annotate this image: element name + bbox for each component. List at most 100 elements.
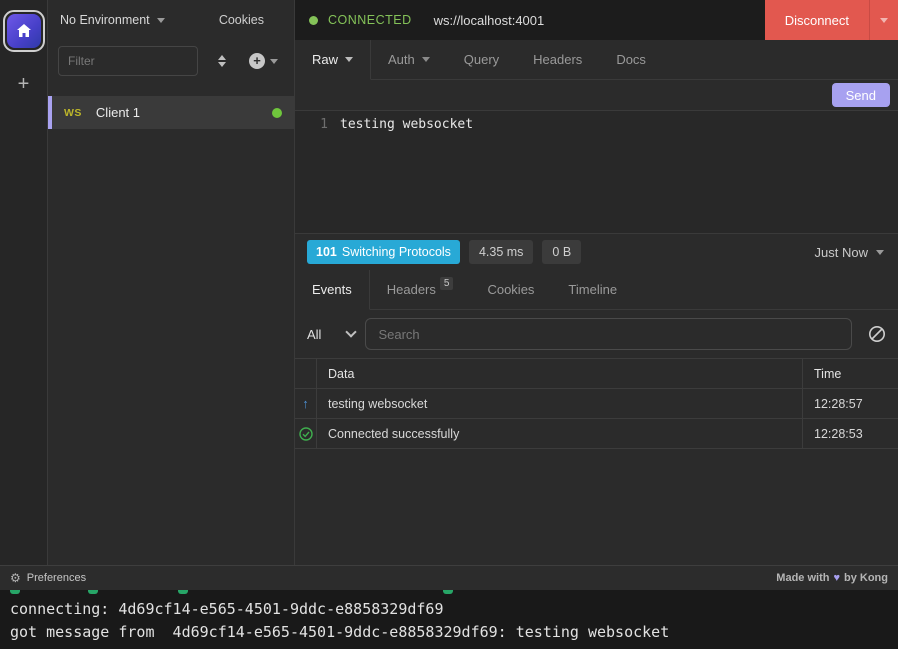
home-button[interactable]	[3, 10, 45, 52]
chevron-down-icon	[422, 57, 430, 62]
send-row: Send	[295, 80, 898, 110]
app-window: + No Environment Cookies +	[0, 0, 898, 649]
cookies-button[interactable]: Cookies	[219, 13, 264, 27]
add-request-dropdown[interactable]: +	[249, 53, 278, 69]
tab-headers-label: Headers	[533, 52, 582, 67]
ws-method-tag: WS	[64, 107, 82, 119]
message-sent-icon-cell: ↑	[295, 389, 317, 418]
event-data-cell: Connected successfully	[317, 419, 803, 448]
tab-docs[interactable]: Docs	[599, 40, 663, 80]
add-workspace-button[interactable]: +	[18, 74, 30, 94]
websocket-url: ws://localhost:4001	[434, 13, 545, 28]
disconnect-button[interactable]: Disconnect	[765, 0, 869, 40]
chevron-down-icon	[345, 57, 353, 62]
response-history-dropdown[interactable]: Just Now	[815, 245, 884, 260]
status-code: 101	[316, 245, 337, 259]
disconnect-button-group: Disconnect	[765, 0, 898, 40]
tab-response-headers-label: Headers	[387, 282, 436, 297]
sidebar-filter-row: +	[48, 40, 294, 86]
client-name: Client 1	[96, 105, 140, 120]
chevron-down-icon	[876, 250, 884, 255]
tab-response-cookies[interactable]: Cookies	[470, 270, 551, 310]
chevron-down-icon	[157, 18, 165, 23]
response-bar: 101 Switching Protocols 4.35 ms 0 B Just…	[295, 234, 898, 270]
table-row[interactable]: Connected successfully 12:28:53	[295, 419, 898, 449]
credit-prefix: Made with	[776, 572, 829, 584]
preferences-button[interactable]: ⚙ Preferences	[10, 571, 86, 585]
sort-button[interactable]	[218, 55, 226, 67]
events-table: Data Time ↑ testing websocket 12:28:57	[295, 358, 898, 449]
home-button-surface	[7, 14, 41, 48]
tab-query[interactable]: Query	[447, 40, 516, 80]
connection-bar: CONNECTED ws://localhost:4001 Disconnect	[295, 0, 898, 40]
clipped-terminal-text	[178, 590, 188, 594]
main-pane: CONNECTED ws://localhost:4001 Disconnect…	[295, 0, 898, 565]
events-filter-row: All	[295, 310, 898, 358]
sidebar: No Environment Cookies + WS Client 1	[48, 0, 295, 565]
terminal-line: connecting: 4d69cf14-e565-4501-9ddc-e885…	[10, 598, 888, 621]
status-footer: ⚙ Preferences Made with ♥ by Kong	[0, 565, 898, 590]
table-row[interactable]: ↑ testing websocket 12:28:57	[295, 389, 898, 419]
message-editor[interactable]: 1 testing websocket	[295, 110, 898, 234]
sort-desc-icon	[218, 62, 226, 67]
tab-docs-label: Docs	[616, 52, 646, 67]
tab-raw[interactable]: Raw	[295, 40, 371, 80]
clipped-terminal-text	[10, 590, 20, 594]
editor-line-number: 1	[295, 117, 340, 233]
events-search-input[interactable]	[365, 318, 852, 350]
response-tabbar: Events Headers 5 Cookies Timeline	[295, 270, 898, 310]
clipped-terminal-text	[88, 590, 98, 594]
environment-dropdown[interactable]: No Environment	[60, 13, 165, 27]
credit-suffix: by Kong	[844, 572, 888, 584]
heart-icon: ♥	[833, 572, 840, 584]
gear-icon: ⚙	[10, 571, 21, 585]
event-time-cell: 12:28:53	[803, 427, 898, 441]
tab-events-label: Events	[312, 282, 352, 297]
disconnect-dropdown-button[interactable]	[869, 0, 898, 40]
arrow-up-icon: ↑	[302, 396, 309, 411]
event-type-select[interactable]: All	[307, 327, 365, 342]
connected-check-icon-cell	[295, 419, 317, 448]
sidebar-item-client-1[interactable]: WS Client 1	[48, 96, 294, 129]
response-empty-area	[295, 449, 898, 565]
terminal-output[interactable]: connecting: 4d69cf14-e565-4501-9ddc-e885…	[0, 590, 898, 649]
tab-events[interactable]: Events	[295, 270, 370, 310]
event-type-value: All	[307, 327, 321, 342]
time-badge: 4.35 ms	[469, 240, 533, 264]
event-data-cell: testing websocket	[317, 389, 803, 418]
home-icon	[16, 23, 32, 39]
send-button[interactable]: Send	[832, 83, 890, 107]
connected-status-dot	[272, 108, 282, 118]
connection-status-label: CONNECTED	[328, 13, 412, 27]
response-history-label: Just Now	[815, 245, 868, 260]
clipped-terminal-text	[443, 590, 453, 594]
size-badge: 0 B	[542, 240, 581, 264]
chevron-down-icon	[270, 59, 278, 64]
header-icon-col	[295, 359, 317, 388]
tab-auth-label: Auth	[388, 52, 415, 67]
chevron-down-icon	[880, 18, 888, 23]
editor-content: testing websocket	[340, 117, 473, 233]
tab-query-label: Query	[464, 52, 499, 67]
tab-timeline[interactable]: Timeline	[551, 270, 634, 310]
left-rail: +	[0, 0, 48, 565]
headers-count-badge: 5	[440, 277, 454, 290]
header-time-col: Time	[803, 367, 898, 381]
header-data-col: Data	[317, 359, 803, 388]
main-row: + No Environment Cookies +	[0, 0, 898, 565]
check-circle-icon	[299, 427, 313, 441]
tab-auth[interactable]: Auth	[371, 40, 447, 80]
clear-events-icon[interactable]	[868, 325, 886, 343]
connection-status-dot	[309, 16, 318, 25]
tab-headers[interactable]: Headers	[516, 40, 599, 80]
sidebar-filter-input[interactable]	[58, 46, 198, 76]
terminal-line: got message from 4d69cf14-e565-4501-9ddc…	[10, 621, 888, 644]
status-text: Switching Protocols	[342, 245, 451, 259]
plus-circle-icon: +	[249, 53, 265, 69]
tab-response-headers[interactable]: Headers 5	[370, 270, 471, 310]
tab-response-cookies-label: Cookies	[487, 282, 534, 297]
kong-credit: Made with ♥ by Kong	[776, 572, 888, 584]
sidebar-header: No Environment Cookies	[48, 0, 294, 40]
chevron-down-icon	[346, 326, 357, 337]
tab-raw-label: Raw	[312, 52, 338, 67]
